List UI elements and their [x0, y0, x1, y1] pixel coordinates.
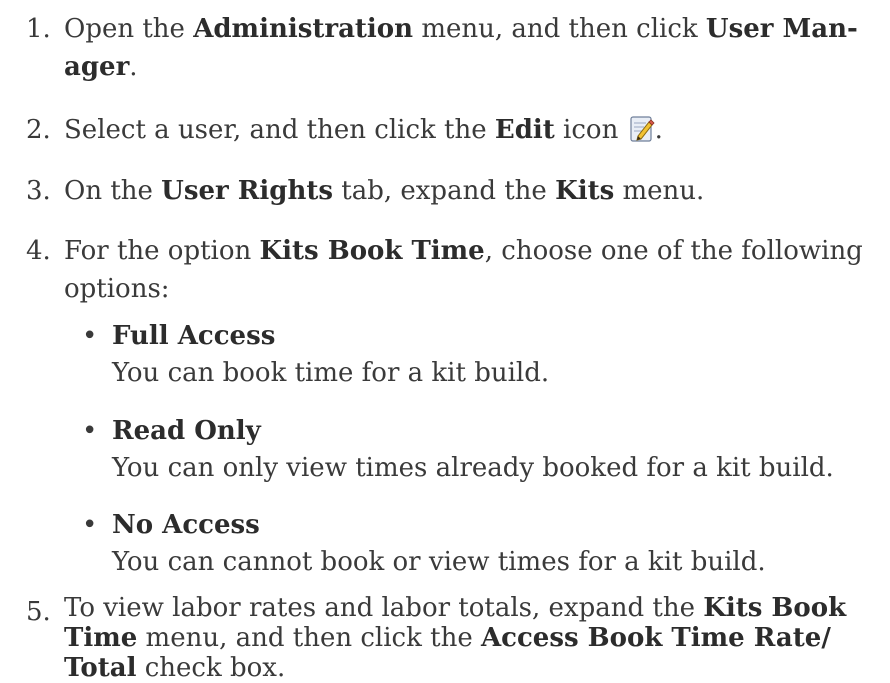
checkbox-name-cont: Total [64, 653, 137, 683]
menu-name: Administration [193, 14, 414, 44]
menu-name: Kits Book [703, 593, 847, 623]
step-number: 5. [26, 597, 51, 627]
edit-pencil-icon [629, 115, 655, 142]
step-number: 2. [26, 115, 51, 145]
step-4: 4. For the option Kits Book Time, choose… [26, 232, 876, 308]
option-no-access: • No Access You can cannot book or view … [82, 507, 872, 581]
step-number: 4. [26, 236, 51, 266]
step-text: To view labor rates and labor totals, ex… [64, 593, 847, 683]
bullet-icon: • [82, 416, 98, 446]
option-description: You can book time for a kit build. [112, 358, 550, 388]
step-text: Open the Administration menu, and then c… [64, 14, 858, 82]
step-text: On the User Rights tab, expand the Kits … [64, 176, 705, 206]
option-read-only: • Read Only You can only view times alre… [82, 413, 872, 487]
step-1: 1. Open the Administration menu, and the… [26, 10, 876, 86]
step-3: 3. On the User Rights tab, expand the Ki… [26, 172, 876, 210]
step-text: For the option Kits Book Time, choose on… [64, 236, 863, 304]
tab-name: User Rights [161, 176, 333, 206]
step-2: 2. Select a user, and then click the Edi… [26, 111, 876, 149]
button-name: Edit [494, 115, 555, 145]
checkbox-name: Access Book Time Rate/ [480, 623, 831, 653]
option-full-access: • Full Access You can book time for a ki… [82, 318, 872, 392]
step-5: 5. To view labor rates and labor totals,… [26, 593, 876, 683]
step-text: Select a user, and then click the Edit i… [64, 115, 663, 145]
menu-name-cont: Time [64, 623, 138, 653]
option-name: Kits Book Time [259, 236, 485, 266]
option-title: Full Access [112, 321, 276, 351]
option-description: You can only view times already booked f… [112, 453, 834, 483]
menu-item-name-cont: ager [64, 52, 130, 82]
option-description: You can cannot book or view times for a … [112, 547, 766, 577]
menu-name: Kits [555, 176, 615, 206]
bullet-icon: • [82, 321, 98, 351]
option-title: Read Only [112, 416, 261, 446]
bullet-icon: • [82, 510, 98, 540]
option-title: No Access [112, 510, 260, 540]
step-number: 1. [26, 14, 51, 44]
step-number: 3. [26, 176, 51, 206]
menu-item-name: User Man- [705, 14, 858, 44]
